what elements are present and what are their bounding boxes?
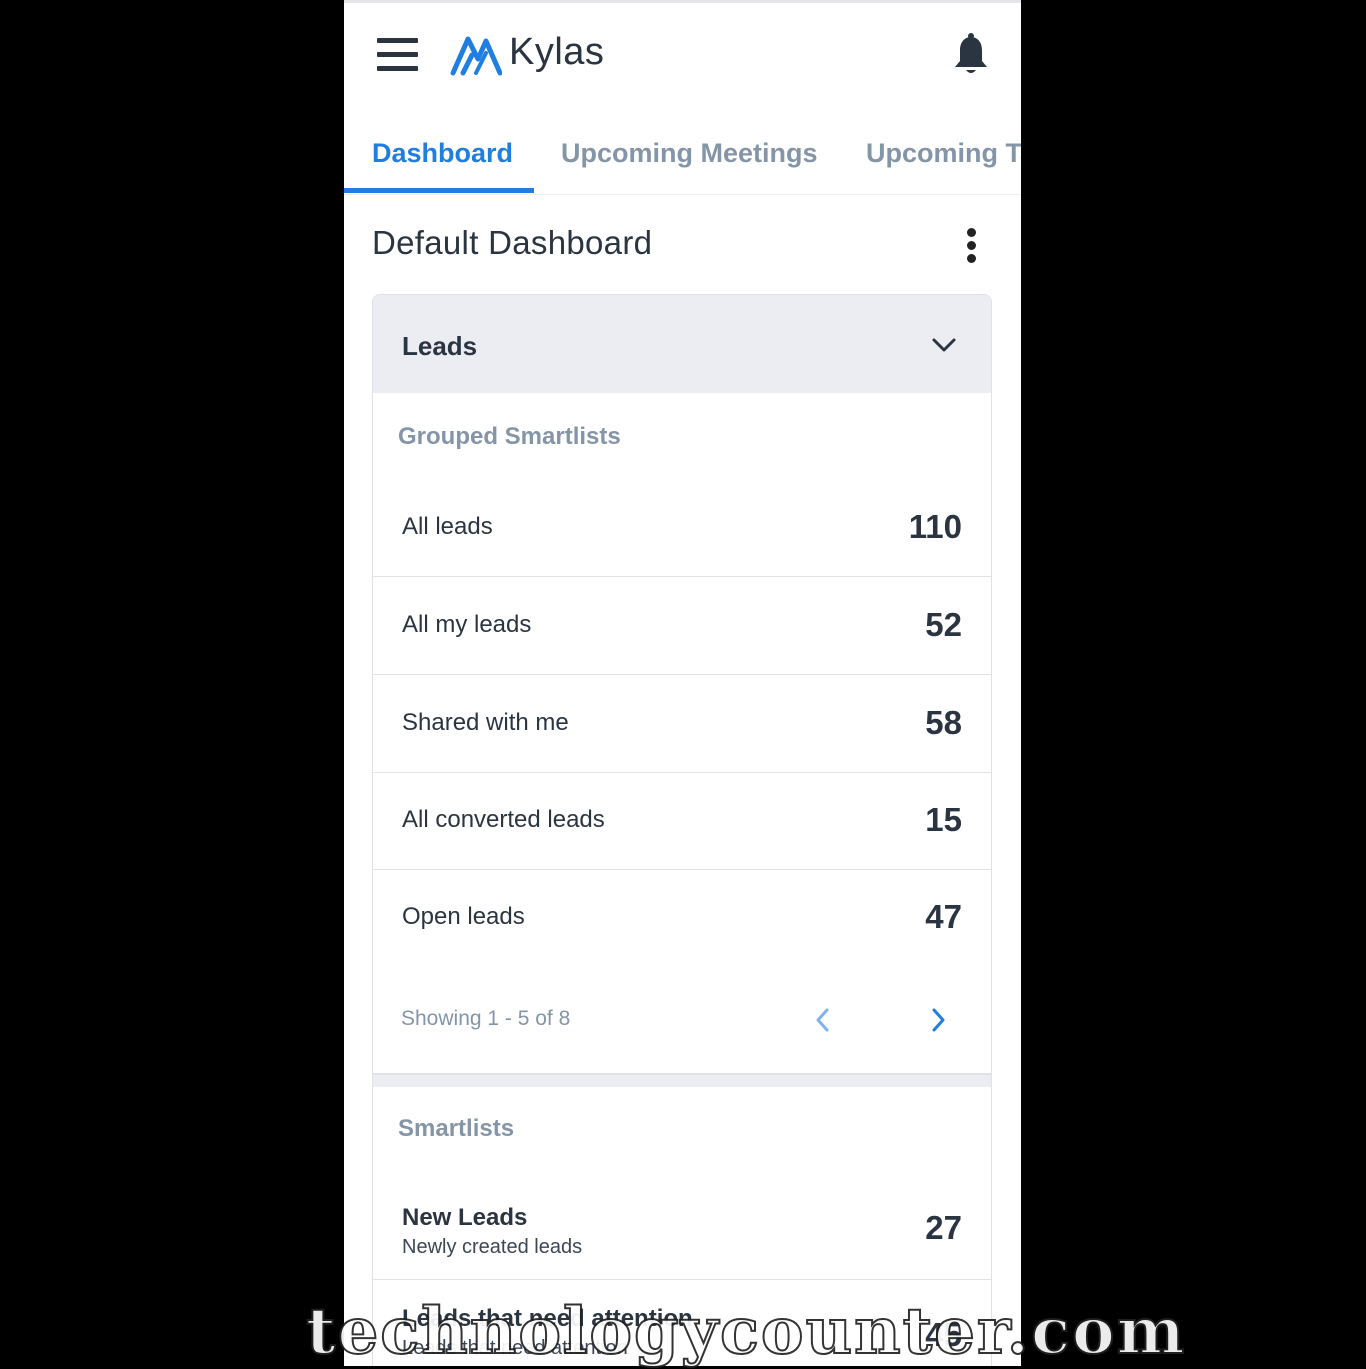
active-tab-indicator <box>344 188 534 193</box>
pagination: Showing 1 - 5 of 8 <box>373 967 991 1075</box>
chevron-right-icon[interactable] <box>928 1007 948 1033</box>
list-item-count: 110 <box>908 508 962 545</box>
list-item-label: Shared with me <box>402 709 569 736</box>
smartlist-title: New Leads <box>402 1204 528 1231</box>
list-item-label: All leads <box>402 513 493 540</box>
page-title: Default Dashboard <box>372 224 653 261</box>
tab-bar: Dashboard Upcoming Meetings Upcoming Ta <box>344 118 1021 195</box>
smartlist-item[interactable]: New Leads Newly created leads 27 <box>373 1179 991 1280</box>
brand-name: Kylas <box>509 31 605 73</box>
list-item-count: 15 <box>925 801 962 838</box>
list-item-label: All my leads <box>402 611 532 638</box>
watermark: technologycounter.com <box>305 1293 1187 1369</box>
list-item-label: All converted leads <box>402 806 605 833</box>
chevron-down-icon <box>932 338 956 352</box>
smartlist-count: 27 <box>925 1209 962 1246</box>
grouped-smartlists-label: Grouped Smartlists <box>398 423 621 450</box>
list-item-count: 52 <box>925 606 962 643</box>
list-item-count: 58 <box>925 704 962 741</box>
list-item[interactable]: All my leads 52 <box>373 577 991 675</box>
smartlist-description: Newly created leads <box>402 1236 583 1258</box>
list-item[interactable]: All converted leads 15 <box>373 772 991 870</box>
leads-card-title: Leads <box>402 331 478 361</box>
kylas-logo-icon <box>450 36 502 76</box>
chevron-left-icon[interactable] <box>813 1007 833 1033</box>
list-item-label: Open leads <box>402 903 525 930</box>
pagination-status: Showing 1 - 5 of 8 <box>401 1007 571 1030</box>
tab-dashboard[interactable]: Dashboard <box>372 138 513 169</box>
kebab-menu-icon[interactable] <box>962 226 982 266</box>
list-item[interactable]: Shared with me 58 <box>373 675 991 773</box>
leads-card: Leads Grouped Smartlists All leads 110 A… <box>372 294 992 1366</box>
app-header: Kylas <box>344 3 1021 103</box>
list-item-count: 47 <box>925 898 962 935</box>
hamburger-menu-icon[interactable] <box>377 36 419 74</box>
bell-icon[interactable] <box>952 33 990 77</box>
section-divider <box>373 1075 991 1087</box>
tab-upcoming-meetings[interactable]: Upcoming Meetings <box>561 138 818 169</box>
tab-upcoming-tasks[interactable]: Upcoming Ta <box>866 138 1021 169</box>
leads-card-header[interactable]: Leads <box>373 295 991 393</box>
smartlists-label: Smartlists <box>398 1115 515 1142</box>
list-item[interactable]: Open leads 47 <box>373 869 991 966</box>
app-screen: Kylas Dashboard Upcoming Meetings Upcomi… <box>344 0 1021 1366</box>
list-item[interactable]: All leads 110 <box>373 479 991 577</box>
